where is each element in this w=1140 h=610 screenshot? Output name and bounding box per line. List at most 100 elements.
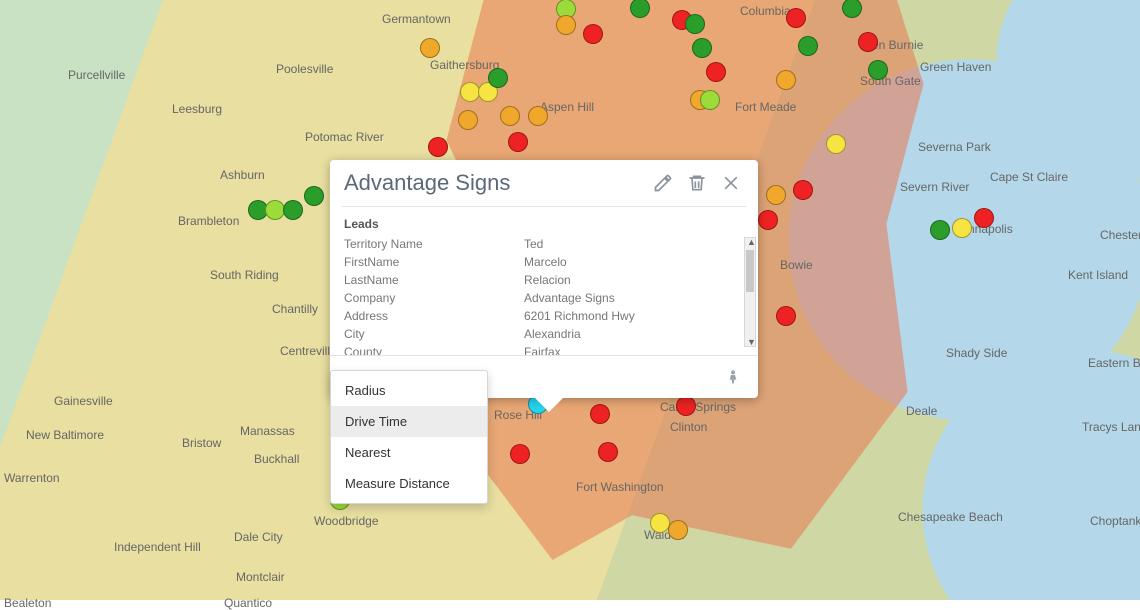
map-marker[interactable] xyxy=(952,218,972,238)
city-label: Green Haven xyxy=(920,60,991,74)
map-marker[interactable] xyxy=(786,8,806,28)
city-label: Centreville xyxy=(280,344,337,358)
popup-title: Advantage Signs xyxy=(344,170,650,196)
map-marker[interactable] xyxy=(460,82,480,102)
map-marker[interactable] xyxy=(776,306,796,326)
scroll-down-icon[interactable]: ▼ xyxy=(747,337,756,347)
map-marker[interactable] xyxy=(766,185,786,205)
city-label: South Riding xyxy=(210,268,279,282)
map-marker[interactable] xyxy=(304,186,324,206)
tools-menu-item[interactable]: Drive Time xyxy=(331,406,487,437)
city-label: Woodbridge xyxy=(314,514,379,528)
map-marker[interactable] xyxy=(685,14,705,34)
detail-value: Ted xyxy=(524,235,744,253)
city-label: Eastern Bay xyxy=(1088,356,1140,370)
detail-key: County xyxy=(344,343,524,355)
detail-value: Alexandria xyxy=(524,325,744,343)
map-marker[interactable] xyxy=(974,208,994,228)
detail-row: CityAlexandria xyxy=(344,325,744,343)
map-marker[interactable] xyxy=(283,200,303,220)
detail-row: Territory NameTed xyxy=(344,235,744,253)
map-marker[interactable] xyxy=(758,210,778,230)
city-label: Chantilly xyxy=(272,302,318,316)
city-label: Quantico xyxy=(224,596,272,610)
scroll-up-icon[interactable]: ▲ xyxy=(747,237,756,247)
map-marker[interactable] xyxy=(428,137,448,157)
scroll-thumb[interactable] xyxy=(746,250,754,292)
popup-header: Advantage Signs xyxy=(330,160,758,202)
city-label: Poolesville xyxy=(276,62,333,76)
city-label: Chester xyxy=(1100,228,1140,242)
city-label: Deale xyxy=(906,404,937,418)
map-marker[interactable] xyxy=(583,24,603,44)
city-label: Potomac River xyxy=(305,130,384,144)
detail-row: FirstNameMarcelo xyxy=(344,253,744,271)
map-marker[interactable] xyxy=(420,38,440,58)
map-marker[interactable] xyxy=(930,220,950,240)
map-marker[interactable] xyxy=(500,106,520,126)
map-marker[interactable] xyxy=(668,520,688,540)
detail-row: CountyFairfax xyxy=(344,343,744,355)
map-marker[interactable] xyxy=(676,396,696,416)
city-label: Cape St Claire xyxy=(990,170,1068,184)
map-marker[interactable] xyxy=(528,106,548,126)
city-label: Severn River xyxy=(900,180,969,194)
detail-value: Advantage Signs xyxy=(524,289,744,307)
detail-scroll[interactable]: Territory NameTedFirstNameMarceloLastNam… xyxy=(330,235,758,355)
tools-menu-item[interactable]: Nearest xyxy=(331,437,487,468)
detail-key: LastName xyxy=(344,271,524,289)
city-label: Independent Hill xyxy=(114,540,201,554)
city-label: Kent Island xyxy=(1068,268,1128,282)
map-marker[interactable] xyxy=(868,60,888,80)
detail-row: LastNameRelacion xyxy=(344,271,744,289)
map-marker[interactable] xyxy=(700,90,720,110)
map-marker[interactable] xyxy=(590,404,610,424)
map-marker[interactable] xyxy=(510,444,530,464)
tools-dropdown: RadiusDrive TimeNearestMeasure Distance xyxy=(330,370,488,504)
detail-value: Fairfax xyxy=(524,343,744,355)
detail-value: Marcelo xyxy=(524,253,744,271)
city-label: Buckhall xyxy=(254,452,299,466)
city-label: Brambleton xyxy=(178,214,239,228)
city-label: Tracys Landing xyxy=(1082,420,1140,434)
map-marker[interactable] xyxy=(776,70,796,90)
city-label: Severna Park xyxy=(918,140,991,154)
map-marker[interactable] xyxy=(458,110,478,130)
detail-key: FirstName xyxy=(344,253,524,271)
city-label: Ashburn xyxy=(220,168,265,182)
scrollbar[interactable]: ▲ ▼ xyxy=(744,237,756,347)
city-label: Shady Side xyxy=(946,346,1007,360)
edit-icon[interactable] xyxy=(650,170,676,196)
close-icon[interactable] xyxy=(718,170,744,196)
trash-icon[interactable] xyxy=(684,170,710,196)
map-marker[interactable] xyxy=(508,132,528,152)
city-label: New Baltimore xyxy=(26,428,104,442)
map-marker[interactable] xyxy=(858,32,878,52)
city-label: Montclair xyxy=(236,570,285,584)
city-label: Choptank xyxy=(1090,514,1140,528)
detail-row: Address6201 Richmond Hwy xyxy=(344,307,744,325)
streetview-icon[interactable] xyxy=(720,364,746,390)
city-label: Bealeton xyxy=(4,596,51,610)
tools-menu-item[interactable]: Measure Distance xyxy=(331,468,487,499)
city-label: Manassas xyxy=(240,424,295,438)
map-marker[interactable] xyxy=(650,513,670,533)
detail-key: City xyxy=(344,325,524,343)
detail-value: 6201 Richmond Hwy xyxy=(524,307,744,325)
map-marker[interactable] xyxy=(798,36,818,56)
detail-key: Territory Name xyxy=(344,235,524,253)
map-marker[interactable] xyxy=(556,15,576,35)
detail-key: Address xyxy=(344,307,524,325)
map-canvas[interactable]: PurcellvilleLeesburgPoolesvilleGermantow… xyxy=(0,0,1140,600)
map-marker[interactable] xyxy=(706,62,726,82)
map-marker[interactable] xyxy=(793,180,813,200)
map-marker[interactable] xyxy=(692,38,712,58)
tools-menu-item[interactable]: Radius xyxy=(331,375,487,406)
city-label: Dale City xyxy=(234,530,283,544)
city-label: Chesapeake Beach xyxy=(898,510,1003,524)
map-marker[interactable] xyxy=(826,134,846,154)
map-marker[interactable] xyxy=(265,200,285,220)
map-marker[interactable] xyxy=(598,442,618,462)
map-marker[interactable] xyxy=(488,68,508,88)
section-label: Leads xyxy=(330,207,758,235)
